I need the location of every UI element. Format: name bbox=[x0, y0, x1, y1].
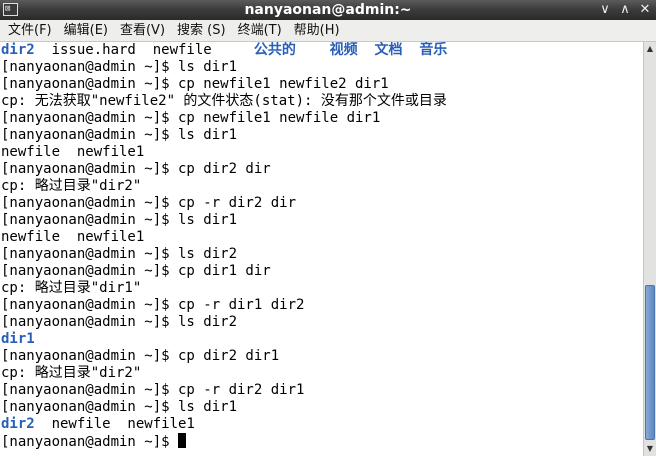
title-bar[interactable]: ⊠ nanyaonan@admin:~ ∨ ∧ ✕ bbox=[0, 0, 656, 20]
terminal-text: [nanyaonan@admin ~]$ cp dir2 dir1 bbox=[1, 348, 280, 364]
minimize-icon[interactable]: ∨ bbox=[598, 1, 612, 19]
terminal-line: dir2 issue.hard newfile 公共的 视频 文档 音乐 bbox=[0, 42, 643, 59]
terminal-line: [nanyaonan@admin ~]$ cp newfile1 newfile… bbox=[0, 110, 643, 127]
menu-terminal[interactable]: 终端(T) bbox=[232, 21, 288, 41]
terminal-line: [nanyaonan@admin ~]$ ls dir1 bbox=[0, 399, 643, 416]
terminal-text: [nanyaonan@admin ~]$ ls dir1 bbox=[1, 212, 238, 228]
text-cursor bbox=[178, 433, 187, 448]
terminal-text: issue.hard newfile bbox=[34, 42, 254, 58]
terminal-text: [nanyaonan@admin ~]$ ls dir2 bbox=[1, 246, 238, 262]
terminal-line: dir1 bbox=[0, 331, 643, 348]
directory-name: 音乐 bbox=[419, 42, 448, 58]
terminal-text: [nanyaonan@admin ~]$ ls dir1 bbox=[1, 127, 238, 143]
terminal-text: cp: 略过目录"dir2" bbox=[1, 178, 142, 194]
terminal-line: [nanyaonan@admin ~]$ ls dir1 bbox=[0, 212, 643, 229]
terminal-line: [nanyaonan@admin ~]$ cp dir2 dir bbox=[0, 161, 643, 178]
directory-name: dir1 bbox=[1, 331, 35, 347]
terminal-line: cp: 略过目录"dir2" bbox=[0, 365, 643, 382]
terminal-line: [nanyaonan@admin ~]$ ls dir2 bbox=[0, 314, 643, 331]
terminal-line: [nanyaonan@admin ~]$ bbox=[0, 433, 643, 450]
menu-file[interactable]: 文件(F) bbox=[2, 21, 58, 41]
directory-name: dir2 bbox=[1, 416, 35, 432]
menu-search[interactable]: 搜索 (S) bbox=[171, 21, 232, 41]
menu-bar: 文件(F) 编辑(E) 查看(V) 搜索 (S) 终端(T) 帮助(H) bbox=[0, 20, 656, 42]
directory-name: 视频 bbox=[329, 42, 358, 58]
terminal-line: [nanyaonan@admin ~]$ ls dir1 bbox=[0, 127, 643, 144]
terminal-text: newfile newfile1 bbox=[34, 416, 195, 432]
terminal-line: newfile newfile1 bbox=[0, 229, 643, 246]
menu-view[interactable]: 查看(V) bbox=[114, 21, 171, 41]
terminal-text: newfile newfile1 bbox=[1, 229, 145, 245]
close-icon[interactable]: ✕ bbox=[638, 1, 652, 19]
terminal-text: cp: 略过目录"dir1" bbox=[1, 280, 142, 296]
terminal-line: newfile newfile1 bbox=[0, 144, 643, 161]
terminal-line: [nanyaonan@admin ~]$ cp dir1 dir bbox=[0, 263, 643, 280]
scrollbar-thumb[interactable] bbox=[645, 285, 655, 440]
terminal-text: [nanyaonan@admin ~]$ cp -r dir2 dir bbox=[1, 195, 297, 211]
terminal-line: [nanyaonan@admin ~]$ ls dir1 bbox=[0, 59, 643, 76]
scroll-down-icon[interactable]: ▼ bbox=[644, 443, 656, 455]
menu-edit[interactable]: 编辑(E) bbox=[58, 21, 114, 41]
menu-help[interactable]: 帮助(H) bbox=[288, 21, 346, 41]
terminal-text: cp: 略过目录"dir2" bbox=[1, 365, 142, 381]
directory-name: 文档 bbox=[374, 42, 403, 58]
terminal-line: cp: 略过目录"dir1" bbox=[0, 280, 643, 297]
scroll-up-icon[interactable]: ▲ bbox=[644, 43, 656, 55]
terminal-text: newfile newfile1 bbox=[1, 144, 145, 160]
terminal-line: cp: 略过目录"dir2" bbox=[0, 178, 643, 195]
vertical-scrollbar[interactable]: ▲ ▼ bbox=[643, 42, 656, 456]
terminal-line: [nanyaonan@admin ~]$ cp -r dir2 dir bbox=[0, 195, 643, 212]
maximize-icon[interactable]: ∧ bbox=[618, 1, 632, 19]
terminal-text: [nanyaonan@admin ~]$ cp -r dir1 dir2 bbox=[1, 297, 305, 313]
window-title: nanyaonan@admin:~ bbox=[244, 2, 412, 18]
terminal-line: [nanyaonan@admin ~]$ cp dir2 dir1 bbox=[0, 348, 643, 365]
terminal-text: [nanyaonan@admin ~]$ cp newfile1 newfile… bbox=[1, 110, 381, 126]
terminal-text: [nanyaonan@admin ~]$ cp dir1 dir bbox=[1, 263, 271, 279]
terminal-text: [nanyaonan@admin ~]$ cp -r dir2 dir1 bbox=[1, 382, 305, 398]
terminal-text: cp: 无法获取"newfile2" 的文件状态(stat): 没有那个文件或目… bbox=[1, 93, 447, 109]
terminal-output[interactable]: dir2 issue.hard newfile 公共的 视频 文档 音乐 [nan… bbox=[0, 42, 643, 456]
terminal-text: [nanyaonan@admin ~]$ ls dir1 bbox=[1, 59, 238, 75]
terminal-window: ⊠ nanyaonan@admin:~ ∨ ∧ ✕ 文件(F) 编辑(E) 查看… bbox=[0, 0, 656, 456]
terminal-line: cp: 无法获取"newfile2" 的文件状态(stat): 没有那个文件或目… bbox=[0, 93, 643, 110]
directory-name: dir2 bbox=[1, 42, 35, 58]
terminal-text: [nanyaonan@admin ~]$ cp newfile1 newfile… bbox=[1, 76, 389, 92]
terminal-line: dir2 newfile newfile1 bbox=[0, 416, 643, 433]
window-controls: ∨ ∧ ✕ bbox=[598, 1, 652, 19]
terminal-text: [nanyaonan@admin ~]$ bbox=[1, 434, 179, 450]
directory-name: 公共的 bbox=[253, 42, 296, 58]
terminal-text: [nanyaonan@admin ~]$ ls dir2 bbox=[1, 314, 238, 330]
terminal-line: [nanyaonan@admin ~]$ cp -r dir2 dir1 bbox=[0, 382, 643, 399]
terminal-text: [nanyaonan@admin ~]$ cp dir2 dir bbox=[1, 161, 271, 177]
terminal-line: [nanyaonan@admin ~]$ ls dir2 bbox=[0, 246, 643, 263]
terminal-line: [nanyaonan@admin ~]$ cp newfile1 newfile… bbox=[0, 76, 643, 93]
terminal-line: [nanyaonan@admin ~]$ cp -r dir1 dir2 bbox=[0, 297, 643, 314]
terminal-text: [nanyaonan@admin ~]$ ls dir1 bbox=[1, 399, 238, 415]
